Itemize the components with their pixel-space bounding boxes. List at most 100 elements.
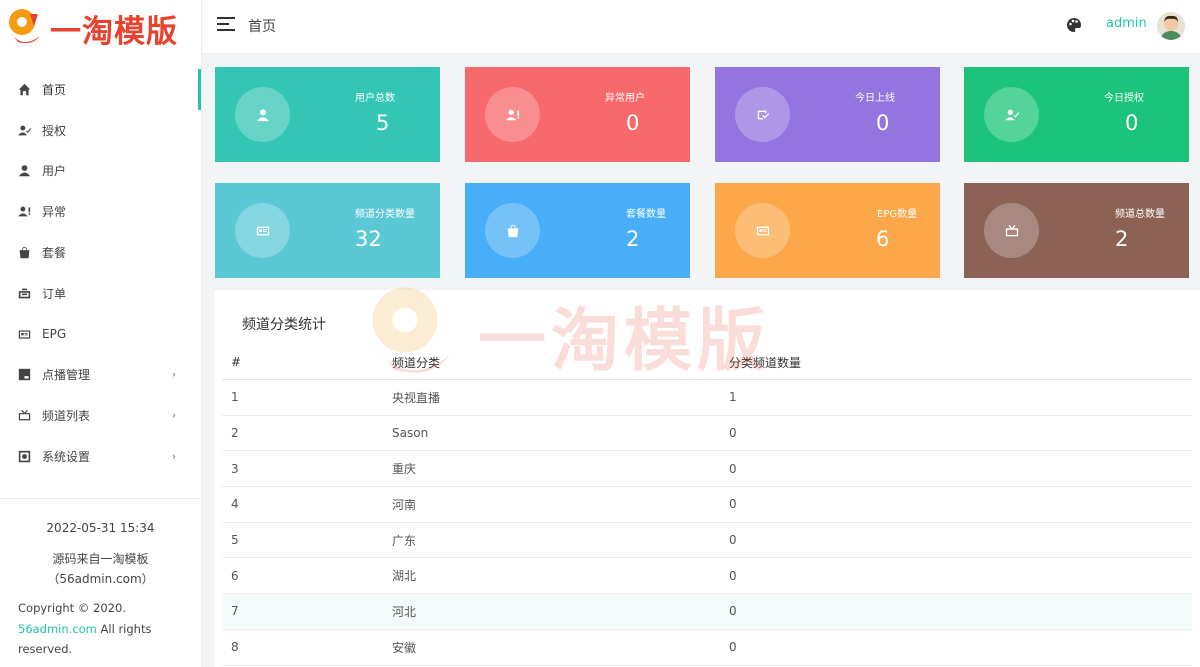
- card-label: 用户总数: [355, 93, 395, 104]
- logo-icon: [4, 6, 48, 50]
- channel-category-table: # 频道分类 分类频道数量 1 央视直播 1 2 Sason 0 3 重庆 0 …: [222, 345, 1192, 666]
- table-cell: Sason: [392, 426, 429, 441]
- palette-icon[interactable]: [1066, 17, 1082, 33]
- sidebar-item-home[interactable]: 首页: [0, 69, 201, 110]
- sidebar-item-label: 系统设置: [42, 450, 91, 465]
- table-row[interactable]: 1 央视直播 1: [222, 380, 1192, 416]
- user-check-icon: [984, 87, 1039, 142]
- login-icon: [735, 87, 790, 142]
- table-row[interactable]: 3 重庆 0: [222, 451, 1192, 488]
- briefcase-icon: [17, 286, 31, 300]
- table-cell: 广东: [392, 533, 417, 548]
- logo[interactable]: 一淘模版: [0, 0, 201, 56]
- sidebar-item-abnormal[interactable]: 异常: [0, 191, 201, 232]
- stat-card-channel-categories[interactable]: 频道分类数量 32: [215, 183, 440, 278]
- avatar[interactable]: [1157, 12, 1185, 40]
- tv-icon: [984, 203, 1039, 258]
- sidebar: 一淘模版 首页 授权 用户 异常 套餐 订单 EPG 点播管理 › 频道列表 ›…: [0, 0, 202, 667]
- page-title: 首页: [248, 19, 276, 35]
- card-value: 6: [876, 227, 890, 251]
- logo-text: 一淘模版: [50, 13, 178, 50]
- user-alert-icon: [17, 205, 31, 219]
- stat-card-total-users[interactable]: 用户总数 5: [215, 67, 440, 162]
- sidebar-item-label: 异常: [42, 205, 67, 220]
- table-cell: 0: [729, 426, 737, 441]
- table-row[interactable]: 2 Sason 0: [222, 416, 1192, 452]
- table-row[interactable]: 8 安徽 0: [222, 630, 1192, 666]
- stat-card-packages[interactable]: 套餐数量 2: [465, 183, 690, 278]
- copyright-link[interactable]: 56admin.com: [18, 622, 97, 636]
- js-icon: [17, 368, 31, 382]
- card-value: 2: [626, 227, 640, 251]
- table-cell: 0: [729, 461, 737, 476]
- sidebar-item-label: EPG: [42, 327, 67, 342]
- table-cell: 央视直播: [392, 390, 441, 405]
- table-cell: 0: [729, 497, 737, 512]
- card-label: 今日授权: [1104, 93, 1144, 104]
- card-value: 0: [1125, 111, 1139, 135]
- table-cell: 0: [729, 640, 737, 655]
- table-cell: 安徽: [392, 640, 417, 655]
- sidebar-item-label: 点播管理: [42, 368, 91, 383]
- table-cell: 5: [231, 533, 239, 548]
- table-row[interactable]: 5 广东 0: [222, 523, 1192, 559]
- current-datetime: 2022-05-31 15:34: [46, 521, 155, 535]
- table-cell: 3: [231, 461, 239, 476]
- sidebar-item-label: 首页: [42, 82, 67, 97]
- column-header: #: [231, 355, 242, 369]
- sidebar-item-channels[interactable]: 频道列表 ›: [0, 395, 201, 436]
- table-cell: 河南: [392, 497, 417, 512]
- home-icon: [17, 82, 31, 96]
- table-cell: 7: [231, 604, 239, 619]
- sidebar-item-label: 套餐: [42, 246, 67, 261]
- username[interactable]: admin: [1106, 16, 1147, 31]
- table-cell: 湖北: [392, 569, 417, 584]
- sidebar-item-label: 授权: [42, 123, 67, 138]
- sidebar-item-label: 用户: [42, 164, 67, 179]
- sidebar-item-epg[interactable]: EPG: [0, 314, 201, 355]
- stat-card-abnormal-users[interactable]: 异常用户 0: [465, 67, 690, 162]
- table-cell: 0: [729, 568, 737, 583]
- table-row[interactable]: 7 河北 0: [222, 594, 1192, 630]
- sidebar-item-package[interactable]: 套餐: [0, 232, 201, 273]
- card-icon: [735, 203, 790, 258]
- stat-card-channels[interactable]: 频道总数量 2: [964, 183, 1189, 278]
- chevron-right-icon: ›: [172, 369, 176, 381]
- table-cell: 重庆: [392, 462, 417, 477]
- column-header: 频道分类: [392, 355, 441, 370]
- sidebar-item-label: 订单: [42, 286, 67, 301]
- card-label: EPG数量: [877, 209, 918, 220]
- card-label: 频道分类数量: [355, 209, 415, 220]
- tv-icon: [17, 409, 31, 423]
- chevron-right-icon: ›: [172, 410, 176, 422]
- stat-card-authorized-today[interactable]: 今日授权 0: [964, 67, 1189, 162]
- sidebar-item-settings[interactable]: 系统设置 ›: [0, 436, 201, 477]
- card-value: 0: [626, 111, 640, 135]
- table-cell: 6: [231, 568, 239, 583]
- menu-toggle-icon[interactable]: [217, 17, 235, 33]
- settings-icon: [17, 450, 31, 464]
- top-header: 首页 admin: [202, 0, 1200, 54]
- table-cell: 1: [729, 390, 737, 405]
- table-row[interactable]: 4 河南 0: [222, 487, 1192, 523]
- chevron-right-icon: ›: [172, 451, 176, 463]
- source-text: 源码来自一淘模板: [52, 552, 149, 566]
- bag-icon: [485, 203, 540, 258]
- card-label: 今日上线: [855, 93, 895, 104]
- sidebar-item-authorize[interactable]: 授权: [0, 110, 201, 151]
- table-row[interactable]: 6 湖北 0: [222, 558, 1192, 595]
- sidebar-divider: [0, 498, 201, 499]
- card-label: 频道总数量: [1115, 209, 1165, 220]
- sidebar-item-users[interactable]: 用户: [0, 151, 201, 192]
- card-icon: [235, 203, 290, 258]
- table-cell: 4: [231, 497, 239, 512]
- table-cell: 0: [729, 533, 737, 548]
- user-icon: [17, 164, 31, 178]
- channel-category-panel: 频道分类统计 # 频道分类 分类频道数量 1 央视直播 1 2 Sason 0 …: [214, 290, 1200, 667]
- table-cell: 2: [231, 426, 239, 441]
- sidebar-item-vod[interactable]: 点播管理 ›: [0, 355, 201, 396]
- stat-card-epg[interactable]: EPG数量 6: [715, 183, 940, 278]
- user-icon: [235, 87, 290, 142]
- sidebar-item-orders[interactable]: 订单: [0, 273, 201, 314]
- stat-card-online-today[interactable]: 今日上线 0: [715, 67, 940, 162]
